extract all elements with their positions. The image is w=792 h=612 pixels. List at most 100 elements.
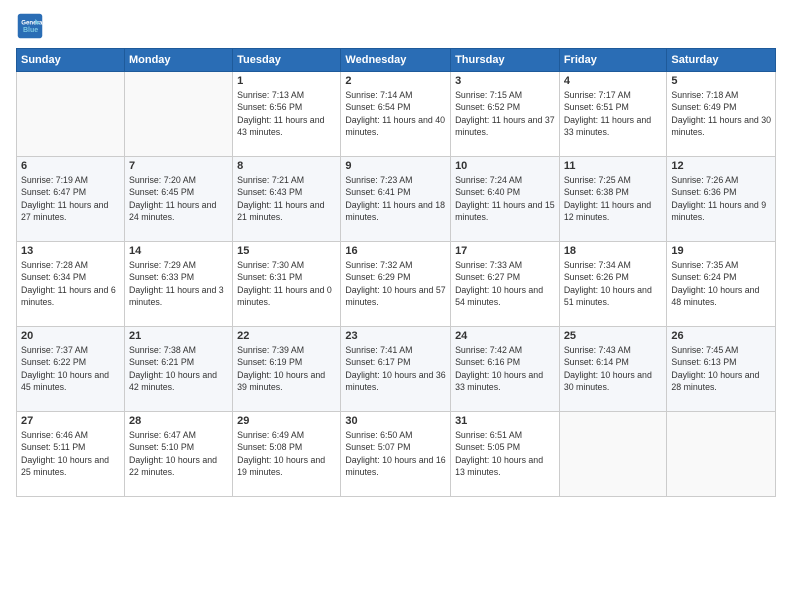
- day-number: 12: [671, 160, 771, 172]
- day-info: Sunrise: 7:20 AM Sunset: 6:45 PM Dayligh…: [129, 174, 228, 223]
- calendar-cell: 18Sunrise: 7:34 AM Sunset: 6:26 PM Dayli…: [559, 242, 667, 327]
- day-number: 13: [21, 245, 120, 257]
- calendar-cell: 8 Sunrise: 7:21 AM Sunset: 6:43 PM Daylig…: [233, 157, 341, 242]
- calendar-cell: 25 Sunrise: 7:43 AM Sunset: 6:14 PM Dayli…: [559, 327, 667, 412]
- day-info: Sunrise: 7:30 AM Sunset: 6:31 PM Dayligh…: [237, 259, 336, 308]
- day-number: 9: [345, 160, 446, 172]
- day-info: Sunrise: 7:42 AM Sunset: 6:16 PM Dayligh…: [455, 344, 555, 393]
- day-info: Sunrise: 6:46 AM Sunset: 5:11 PM Dayligh…: [21, 429, 120, 478]
- calendar-cell: 9 Sunrise: 7:23 AM Sunset: 6:41 PM Daylig…: [341, 157, 451, 242]
- day-info: Sunrise: 7:26 AM Sunset: 6:36 PM Dayligh…: [671, 174, 771, 223]
- calendar-table: SundayMondayTuesdayWednesdayThursdayFrid…: [16, 48, 776, 497]
- calendar-cell: 7 Sunrise: 7:20 AM Sunset: 6:45 PM Daylig…: [124, 157, 232, 242]
- day-header-thursday: Thursday: [451, 49, 560, 72]
- day-header-saturday: Saturday: [667, 49, 776, 72]
- calendar-cell: [667, 412, 776, 497]
- day-info: Sunrise: 6:47 AM Sunset: 5:10 PM Dayligh…: [129, 429, 228, 478]
- day-number: 20: [21, 330, 120, 342]
- day-number: 23: [345, 330, 446, 342]
- calendar-cell: 13 Sunrise: 7:28 AM Sunset: 6:34 PM Dayli…: [17, 242, 125, 327]
- day-info: Sunrise: 7:13 AM Sunset: 6:56 PM Dayligh…: [237, 89, 336, 138]
- week-row-4: 20 Sunrise: 7:37 AM Sunset: 6:22 PM Dayli…: [17, 327, 776, 412]
- day-info: Sunrise: 7:23 AM Sunset: 6:41 PM Dayligh…: [345, 174, 446, 223]
- day-header-sunday: Sunday: [17, 49, 125, 72]
- calendar-cell: 1 Sunrise: 7:13 AM Sunset: 6:56 PM Daylig…: [233, 72, 341, 157]
- day-info: Sunrise: 7:29 AM Sunset: 6:33 PM Dayligh…: [129, 259, 228, 308]
- day-number: 18: [564, 245, 663, 257]
- calendar-cell: 15 Sunrise: 7:30 AM Sunset: 6:31 PM Dayli…: [233, 242, 341, 327]
- day-info: Sunrise: 7:18 AM Sunset: 6:49 PM Dayligh…: [671, 89, 771, 138]
- calendar-cell: 3 Sunrise: 7:15 AM Sunset: 6:52 PM Daylig…: [451, 72, 560, 157]
- day-number: 16: [345, 245, 446, 257]
- day-number: 2: [345, 75, 446, 87]
- svg-text:Blue: Blue: [23, 27, 38, 34]
- day-info: Sunrise: 7:39 AM Sunset: 6:19 PM Dayligh…: [237, 344, 336, 393]
- day-number: 7: [129, 160, 228, 172]
- day-number: 29: [237, 415, 336, 427]
- calendar-cell: 2Sunrise: 7:14 AM Sunset: 6:54 PM Daylig…: [341, 72, 451, 157]
- week-row-1: 1 Sunrise: 7:13 AM Sunset: 6:56 PM Daylig…: [17, 72, 776, 157]
- day-number: 19: [671, 245, 771, 257]
- svg-text:General: General: [21, 19, 44, 26]
- logo-icon: General Blue: [16, 12, 44, 40]
- calendar-cell: [17, 72, 125, 157]
- day-number: 3: [455, 75, 555, 87]
- day-info: Sunrise: 7:21 AM Sunset: 6:43 PM Dayligh…: [237, 174, 336, 223]
- calendar-cell: 14 Sunrise: 7:29 AM Sunset: 6:33 PM Dayli…: [124, 242, 232, 327]
- calendar-cell: 30Sunrise: 6:50 AM Sunset: 5:07 PM Dayli…: [341, 412, 451, 497]
- calendar-cell: 17Sunrise: 7:33 AM Sunset: 6:27 PM Dayli…: [451, 242, 560, 327]
- day-number: 25: [564, 330, 663, 342]
- week-row-3: 13 Sunrise: 7:28 AM Sunset: 6:34 PM Dayli…: [17, 242, 776, 327]
- day-info: Sunrise: 7:19 AM Sunset: 6:47 PM Dayligh…: [21, 174, 120, 223]
- calendar-cell: [559, 412, 667, 497]
- day-number: 31: [455, 415, 555, 427]
- day-number: 27: [21, 415, 120, 427]
- day-number: 5: [671, 75, 771, 87]
- calendar-cell: 27 Sunrise: 6:46 AM Sunset: 5:11 PM Dayli…: [17, 412, 125, 497]
- calendar-cell: 31Sunrise: 6:51 AM Sunset: 5:05 PM Dayli…: [451, 412, 560, 497]
- day-number: 10: [455, 160, 555, 172]
- day-number: 8: [237, 160, 336, 172]
- day-info: Sunrise: 7:28 AM Sunset: 6:34 PM Dayligh…: [21, 259, 120, 308]
- day-info: Sunrise: 7:43 AM Sunset: 6:14 PM Dayligh…: [564, 344, 663, 393]
- day-info: Sunrise: 6:49 AM Sunset: 5:08 PM Dayligh…: [237, 429, 336, 478]
- day-number: 14: [129, 245, 228, 257]
- day-number: 1: [237, 75, 336, 87]
- calendar-cell: 28 Sunrise: 6:47 AM Sunset: 5:10 PM Dayli…: [124, 412, 232, 497]
- week-row-2: 6Sunrise: 7:19 AM Sunset: 6:47 PM Daylig…: [17, 157, 776, 242]
- calendar-cell: 12 Sunrise: 7:26 AM Sunset: 6:36 PM Dayli…: [667, 157, 776, 242]
- day-number: 4: [564, 75, 663, 87]
- calendar-cell: 4 Sunrise: 7:17 AM Sunset: 6:51 PM Daylig…: [559, 72, 667, 157]
- day-header-wednesday: Wednesday: [341, 49, 451, 72]
- day-info: Sunrise: 7:17 AM Sunset: 6:51 PM Dayligh…: [564, 89, 663, 138]
- calendar-cell: 19 Sunrise: 7:35 AM Sunset: 6:24 PM Dayli…: [667, 242, 776, 327]
- day-number: 22: [237, 330, 336, 342]
- day-info: Sunrise: 7:45 AM Sunset: 6:13 PM Dayligh…: [671, 344, 771, 393]
- calendar-cell: 5 Sunrise: 7:18 AM Sunset: 6:49 PM Daylig…: [667, 72, 776, 157]
- calendar-cell: 23Sunrise: 7:41 AM Sunset: 6:17 PM Dayli…: [341, 327, 451, 412]
- day-number: 26: [671, 330, 771, 342]
- logo: General Blue: [16, 12, 48, 40]
- day-info: Sunrise: 6:50 AM Sunset: 5:07 PM Dayligh…: [345, 429, 446, 478]
- calendar-cell: 22 Sunrise: 7:39 AM Sunset: 6:19 PM Dayli…: [233, 327, 341, 412]
- calendar-cell: 20 Sunrise: 7:37 AM Sunset: 6:22 PM Dayli…: [17, 327, 125, 412]
- day-info: Sunrise: 7:24 AM Sunset: 6:40 PM Dayligh…: [455, 174, 555, 223]
- day-header-monday: Monday: [124, 49, 232, 72]
- day-header-friday: Friday: [559, 49, 667, 72]
- calendar-header-row: SundayMondayTuesdayWednesdayThursdayFrid…: [17, 49, 776, 72]
- header: General Blue: [16, 12, 776, 40]
- day-info: Sunrise: 7:32 AM Sunset: 6:29 PM Dayligh…: [345, 259, 446, 308]
- day-info: Sunrise: 7:35 AM Sunset: 6:24 PM Dayligh…: [671, 259, 771, 308]
- calendar-cell: 24Sunrise: 7:42 AM Sunset: 6:16 PM Dayli…: [451, 327, 560, 412]
- day-number: 28: [129, 415, 228, 427]
- calendar-cell: 26 Sunrise: 7:45 AM Sunset: 6:13 PM Dayli…: [667, 327, 776, 412]
- day-info: Sunrise: 7:15 AM Sunset: 6:52 PM Dayligh…: [455, 89, 555, 138]
- day-info: Sunrise: 7:38 AM Sunset: 6:21 PM Dayligh…: [129, 344, 228, 393]
- calendar-cell: 29 Sunrise: 6:49 AM Sunset: 5:08 PM Dayli…: [233, 412, 341, 497]
- calendar-cell: 11Sunrise: 7:25 AM Sunset: 6:38 PM Dayli…: [559, 157, 667, 242]
- day-number: 21: [129, 330, 228, 342]
- page: General Blue SundayMondayTuesdayWednesda…: [0, 0, 792, 612]
- day-info: Sunrise: 7:37 AM Sunset: 6:22 PM Dayligh…: [21, 344, 120, 393]
- calendar-cell: 10 Sunrise: 7:24 AM Sunset: 6:40 PM Dayli…: [451, 157, 560, 242]
- day-number: 15: [237, 245, 336, 257]
